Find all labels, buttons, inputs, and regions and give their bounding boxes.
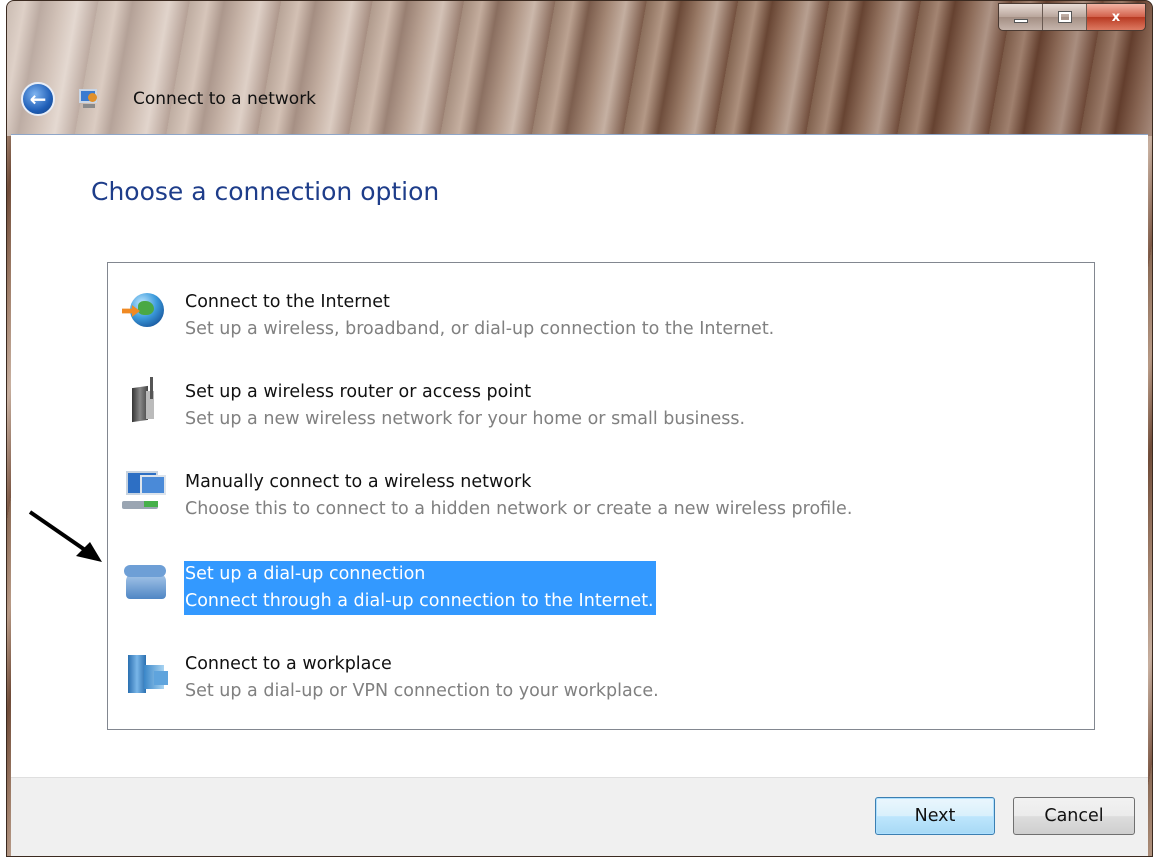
back-button[interactable]: ← [21, 82, 55, 116]
maximize-button[interactable] [1043, 4, 1087, 30]
connection-options-list: Connect to the Internet Set up a wireles… [107, 262, 1095, 730]
option-description: Set up a wireless, broadband, or dial-up… [185, 319, 775, 339]
close-icon: x [1111, 9, 1121, 25]
option-title: Connect to a workplace [185, 654, 392, 674]
content-area: Choose a connection option Connect to th… [11, 134, 1148, 777]
option-workplace[interactable]: Connect to a workplace Set up a dial-up … [118, 641, 1078, 707]
next-button[interactable]: Next [875, 797, 995, 835]
button-bar: Next Cancel [11, 777, 1148, 856]
option-title: Set up a wireless router or access point [185, 382, 532, 402]
router-icon [122, 377, 166, 425]
option-title: Manually connect to a wireless network [185, 472, 532, 492]
option-description: Connect through a dial-up connection to … [185, 591, 654, 611]
option-description: Set up a dial-up or VPN connection to yo… [185, 681, 659, 701]
back-arrow-icon: ← [29, 87, 47, 111]
maximize-icon [1057, 11, 1072, 23]
network-wizard-icon [77, 87, 101, 111]
cancel-button[interactable]: Cancel [1013, 797, 1135, 835]
caption-buttons: x [998, 3, 1146, 31]
option-title: Connect to the Internet [185, 292, 390, 312]
title-bar: ← Connect to a network [21, 79, 316, 119]
pointer-arrow-icon [28, 510, 102, 562]
option-description: Set up a new wireless network for your h… [185, 409, 746, 429]
computer-network-icon [122, 471, 166, 515]
minimize-icon [1013, 19, 1028, 23]
dialog-window: x ← Connect to a network Choose a connec… [6, 0, 1153, 857]
option-manual-wireless[interactable]: Manually connect to a wireless network C… [118, 459, 1078, 525]
globe-icon [122, 291, 166, 335]
option-title: Set up a dial-up connection [185, 564, 426, 584]
option-dial-up[interactable]: Set up a dial-up connection Connect thro… [118, 551, 1078, 617]
workplace-server-icon [122, 653, 168, 697]
window-title: Connect to a network [133, 89, 317, 109]
close-button[interactable]: x [1087, 4, 1145, 30]
option-connect-internet[interactable]: Connect to the Internet Set up a wireles… [118, 279, 1078, 345]
selection-highlight: Set up a dial-up connection Connect thro… [184, 561, 656, 615]
page-heading: Choose a connection option [91, 177, 440, 206]
telephone-icon [122, 563, 166, 607]
option-description: Choose this to connect to a hidden netwo… [185, 499, 853, 519]
option-wireless-router[interactable]: Set up a wireless router or access point… [118, 369, 1078, 435]
minimize-button[interactable] [999, 4, 1043, 30]
